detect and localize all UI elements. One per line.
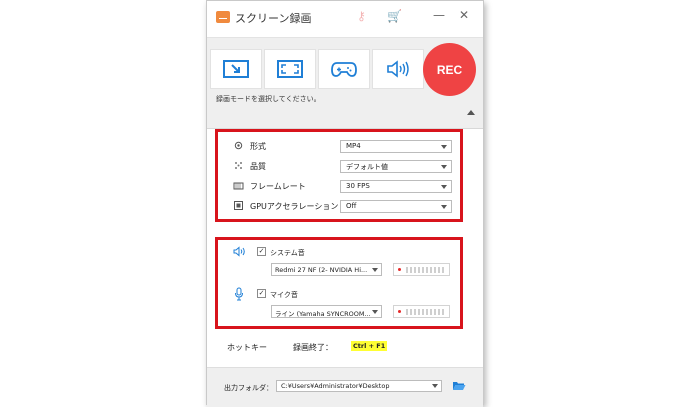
region-select-icon xyxy=(223,60,249,78)
key-icon[interactable]: ⚷ xyxy=(357,9,366,23)
mode-hint: 録画モードを選択してください。 xyxy=(216,95,321,103)
window-title: スクリーン録画 xyxy=(235,12,312,25)
close-button[interactable]: ✕ xyxy=(459,8,469,22)
video-settings-highlight xyxy=(215,129,463,222)
output-folder-label: 出力フォルダ： xyxy=(224,384,273,392)
fullscreen-icon xyxy=(277,60,303,78)
game-mode-button[interactable] xyxy=(318,49,370,89)
mode-toolbar: REC 録画モードを選択してください。 xyxy=(207,37,483,129)
app-logo-icon xyxy=(216,11,230,23)
cart-icon[interactable]: 🛒 xyxy=(387,9,402,23)
output-folder-select[interactable]: C:¥Users¥Administrator¥Desktop xyxy=(276,380,442,392)
gamepad-icon xyxy=(331,62,357,77)
audio-settings-highlight xyxy=(215,237,463,329)
open-folder-icon[interactable] xyxy=(452,380,466,391)
audio-mode-button[interactable] xyxy=(372,49,424,89)
audio-only-icon xyxy=(387,60,409,78)
recorder-window: スクリーン録画 ⚷ 🛒 — ✕ REC 録画モードを選択してください。 形式 M… xyxy=(206,0,484,407)
hotkey-label: ホットキー xyxy=(227,343,267,352)
output-footer: 出力フォルダ： C:¥Users¥Administrator¥Desktop xyxy=(207,367,483,407)
stop-hotkey-value[interactable]: Ctrl + F1 xyxy=(351,341,388,351)
minimize-button[interactable]: — xyxy=(433,8,445,22)
rec-button[interactable]: REC xyxy=(423,43,476,96)
collapse-arrow-icon[interactable] xyxy=(467,110,475,115)
fullscreen-mode-button[interactable] xyxy=(264,49,316,89)
region-mode-button[interactable] xyxy=(210,49,262,89)
stop-recording-label: 録画終了： xyxy=(293,343,333,352)
title-bar: スクリーン録画 ⚷ 🛒 — ✕ xyxy=(207,1,483,37)
